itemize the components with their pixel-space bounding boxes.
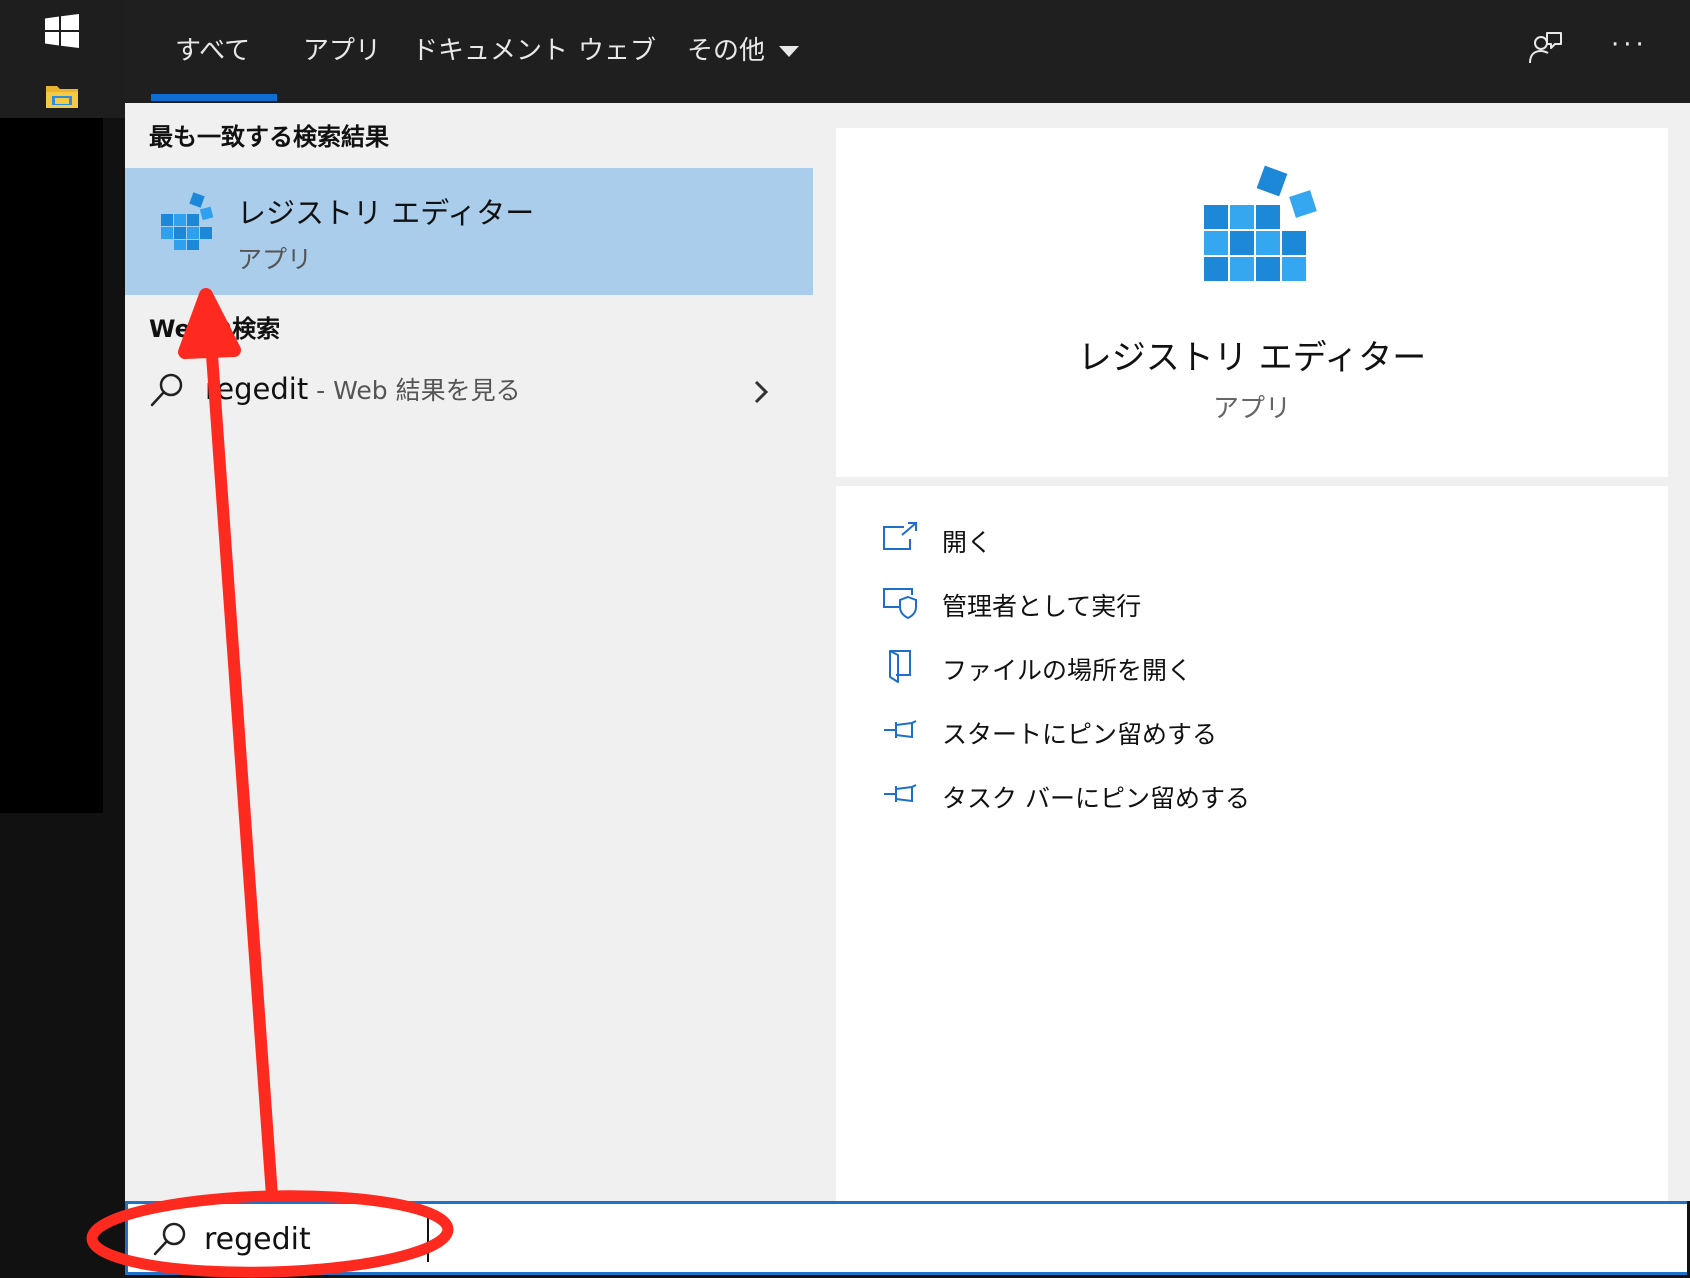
action-pin-to-taskbar[interactable]: タスク バーにピン留めする — [882, 773, 1582, 817]
action-label: スタートにピン留めする — [942, 720, 1218, 749]
preview-gutter-left — [813, 103, 836, 1201]
tab-web[interactable]: ウェブ — [578, 30, 656, 67]
search-icon — [150, 373, 183, 407]
best-match-heading: 最も一致する検索結果 — [149, 123, 389, 151]
action-open[interactable]: 開く — [882, 517, 1582, 561]
chevron-down-icon — [779, 46, 800, 57]
web-search-result[interactable]: regedit - Web 結果を見る — [125, 358, 813, 428]
open-icon — [883, 522, 917, 550]
chevron-right-icon — [754, 380, 769, 404]
search-input[interactable] — [204, 1214, 1604, 1264]
action-open-file-location[interactable]: ファイルの場所を開く — [882, 645, 1582, 689]
web-query-text: regedit — [205, 372, 309, 406]
tab-more-label: その他 — [687, 36, 766, 66]
tab-apps[interactable]: アプリ — [303, 30, 381, 67]
file-explorer-icon[interactable] — [46, 82, 78, 108]
active-tab-indicator — [151, 94, 277, 101]
registry-editor-icon — [161, 192, 214, 250]
more-options-icon[interactable]: ··· — [1611, 30, 1648, 60]
preview-gutter-right — [1668, 103, 1690, 1201]
run-as-admin-icon — [883, 588, 917, 619]
search-box[interactable] — [125, 1201, 1687, 1275]
file-location-icon — [889, 650, 911, 683]
best-match-name: レジストリ エディター — [237, 196, 535, 230]
pin-icon — [884, 784, 917, 803]
best-match-type: アプリ — [237, 245, 313, 274]
action-label: 管理者として実行 — [942, 592, 1142, 621]
tab-documents[interactable]: ドキュメント — [412, 30, 568, 67]
registry-editor-large-icon — [1204, 165, 1317, 281]
search-tab-bar: すべて アプリ ドキュメント ウェブ その他 ··· — [125, 0, 1690, 103]
search-results-panel: 最も一致する検索結果 レジストリ エディター アプリ Webの検索 regedi… — [125, 103, 813, 1201]
action-run-as-admin[interactable]: 管理者として実行 — [882, 581, 1582, 625]
web-query-suffix: - Web 結果を見る — [308, 376, 521, 405]
web-search-heading: Webの検索 — [149, 315, 281, 343]
preview-app-name: レジストリ エディター — [1077, 338, 1427, 378]
text-caret — [427, 1218, 429, 1262]
taskbar — [0, 0, 125, 1278]
action-label: タスク バーにピン留めする — [942, 784, 1250, 813]
windows-start-icon[interactable] — [45, 14, 79, 48]
action-pin-to-start[interactable]: スタートにピン留めする — [882, 709, 1582, 753]
tab-more[interactable]: その他 — [687, 30, 800, 67]
best-match-result[interactable]: レジストリ エディター アプリ — [125, 168, 813, 295]
tab-all[interactable]: すべて — [175, 30, 250, 67]
search-icon — [153, 1222, 186, 1256]
preview-divider — [836, 477, 1668, 486]
preview-app-type: アプリ — [1212, 394, 1291, 424]
taskbar-panel — [0, 118, 103, 813]
action-label: ファイルの場所を開く — [942, 656, 1193, 685]
pin-icon — [884, 720, 917, 739]
web-search-query: regedit - Web 結果を見る — [205, 371, 521, 407]
action-label: 開く — [942, 528, 993, 557]
feedback-icon[interactable] — [1527, 30, 1563, 66]
preview-gutter-top — [813, 103, 1690, 128]
